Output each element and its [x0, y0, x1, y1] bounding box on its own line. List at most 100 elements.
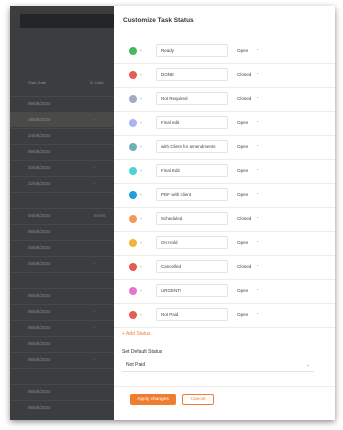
- status-type-select[interactable]: Closed ⌃: [237, 68, 263, 81]
- status-type-select[interactable]: Open ⌃: [237, 140, 263, 153]
- status-row: ⌄ Final Edit Open ⌃: [114, 159, 335, 184]
- row-start-date: 06/05/2024: [28, 341, 51, 346]
- background-table-row: 06/05/2024: [10, 336, 114, 351]
- status-name-input[interactable]: Not Required: [156, 92, 228, 105]
- apply-changes-button[interactable]: Apply changes: [130, 394, 176, 405]
- chevron-icon: ⌃: [256, 312, 260, 317]
- chevron-down-icon[interactable]: ⌄: [139, 143, 143, 149]
- status-name-input[interactable]: Final edit: [156, 116, 228, 129]
- row-due-date: -: [94, 117, 96, 122]
- background-table-row: 05/05/2024: [10, 224, 114, 239]
- row-start-date: 06/05/2024: [28, 325, 51, 330]
- background-table-row: 06/05/2024 -: [10, 304, 114, 319]
- status-name-input[interactable]: Cancelled: [156, 260, 228, 273]
- status-type-value: Open: [237, 144, 249, 149]
- status-type-value: Open: [237, 192, 249, 197]
- status-name-input[interactable]: URGENT!: [156, 284, 228, 297]
- background-table-row: 06/05/2024: [10, 400, 114, 415]
- chevron-down-icon[interactable]: ⌄: [139, 215, 143, 221]
- chevron-down-icon[interactable]: ⌄: [139, 191, 143, 197]
- status-type-select[interactable]: Open ⌃: [237, 188, 263, 201]
- status-type-select[interactable]: Open ⌃: [237, 284, 263, 297]
- chevron-icon: ⌃: [256, 168, 260, 173]
- status-type-value: Closed: [237, 216, 252, 221]
- chevron-down-icon[interactable]: ⌄: [139, 311, 143, 317]
- row-start-date: 04/05/2024: [28, 213, 51, 218]
- row-start-date: 20/05/2024: [28, 165, 51, 170]
- add-status-link[interactable]: + Add Status: [122, 331, 151, 337]
- status-color-picker[interactable]: [129, 263, 137, 271]
- status-type-select[interactable]: Closed ⌃: [237, 260, 263, 273]
- default-status-label: Set Default Status: [122, 349, 163, 355]
- default-status-value: Not Paid: [126, 362, 146, 368]
- status-color-picker[interactable]: [129, 167, 137, 175]
- status-type-value: Closed: [237, 72, 252, 77]
- status-name-input[interactable]: with Client for amendments: [156, 140, 228, 153]
- status-color-picker[interactable]: [129, 143, 137, 151]
- chevron-down-icon[interactable]: ⌄: [139, 71, 143, 77]
- chevron-down-icon[interactable]: ⌄: [139, 239, 143, 245]
- chevron-icon: ⌃: [256, 240, 260, 245]
- status-type-select[interactable]: Open ⌃: [237, 164, 263, 177]
- status-type-select[interactable]: Open ⌃: [237, 116, 263, 129]
- status-type-select[interactable]: Closed ⌃: [237, 92, 263, 105]
- status-color-picker[interactable]: [129, 215, 137, 223]
- default-status-select[interactable]: Not Paid ⌄: [122, 358, 314, 372]
- status-name-input[interactable]: On Hold: [156, 236, 228, 249]
- status-color-picker[interactable]: [129, 287, 137, 295]
- status-row: ⌄ On Hold Open ⌃: [114, 231, 335, 256]
- status-name-input[interactable]: Scheduled: [156, 212, 228, 225]
- row-due-date: -: [94, 325, 96, 330]
- status-row: ⌄ Ready Open ⌃: [114, 39, 335, 64]
- footer-divider: [114, 386, 335, 387]
- status-type-select[interactable]: Open ⌃: [237, 236, 263, 249]
- chevron-down-icon[interactable]: ⌄: [139, 167, 143, 173]
- status-row: ⌄ PDF with client Open ⌃: [114, 183, 335, 208]
- row-due-date: Event: [94, 213, 106, 218]
- status-color-picker[interactable]: [129, 71, 137, 79]
- chevron-down-icon[interactable]: ⌄: [139, 263, 143, 269]
- start-date-column-header: Start Date: [28, 80, 47, 85]
- chevron-down-icon[interactable]: ⌄: [139, 95, 143, 101]
- background-table-row: 04/05/2024 Event: [10, 208, 114, 223]
- chevron-icon: ⌃: [256, 144, 260, 149]
- status-name-input[interactable]: Final Edit: [156, 164, 228, 177]
- status-name-input[interactable]: DONE: [156, 68, 228, 81]
- app-window: Start Date D. Date 09/05/2024 28/05/2024 -…: [10, 6, 335, 420]
- background-table-row: [10, 272, 114, 287]
- row-start-date: 09/05/2024: [28, 149, 51, 154]
- cancel-button[interactable]: Cancel: [182, 394, 214, 405]
- background-table-row: 24/05/2024: [10, 128, 114, 143]
- row-start-date: 24/05/2024: [28, 133, 51, 138]
- status-color-picker[interactable]: [129, 239, 137, 247]
- background-table-row: [10, 368, 114, 383]
- row-start-date: 05/05/2024: [28, 229, 51, 234]
- status-row: ⌄ Not Paid Open ⌃: [114, 303, 335, 328]
- chevron-icon: ⌃: [256, 48, 260, 53]
- status-name-input[interactable]: PDF with client: [156, 188, 228, 201]
- status-row: ⌄ URGENT! Open ⌃: [114, 279, 335, 304]
- chevron-icon: ⌃: [256, 264, 260, 269]
- background-toolbar: [20, 14, 114, 28]
- status-color-picker[interactable]: [129, 47, 137, 55]
- chevron-down-icon[interactable]: ⌄: [139, 47, 143, 53]
- row-start-date: 03/05/2024: [28, 245, 51, 250]
- status-color-picker[interactable]: [129, 311, 137, 319]
- row-start-date: 06/05/2024: [28, 293, 51, 298]
- chevron-down-icon[interactable]: ⌄: [139, 119, 143, 125]
- status-type-select[interactable]: Open ⌃: [237, 308, 263, 321]
- row-start-date: 03/05/2024: [28, 261, 51, 266]
- chevron-down-icon[interactable]: ⌄: [139, 287, 143, 293]
- row-due-date: -: [94, 309, 96, 314]
- status-row: ⌄ Not Required Closed ⌃: [114, 87, 335, 112]
- background-table-row: 06/05/2024 -: [10, 352, 114, 367]
- chevron-icon: ⌃: [256, 120, 260, 125]
- status-color-picker[interactable]: [129, 191, 137, 199]
- status-color-picker[interactable]: [129, 95, 137, 103]
- status-name-input[interactable]: Ready: [156, 44, 228, 57]
- status-type-select[interactable]: Closed ⌃: [237, 212, 263, 225]
- status-name-input[interactable]: Not Paid: [156, 308, 228, 321]
- status-type-select[interactable]: Open ⌃: [237, 44, 263, 57]
- status-color-picker[interactable]: [129, 119, 137, 127]
- background-table-row: 03/05/2024 -: [10, 256, 114, 271]
